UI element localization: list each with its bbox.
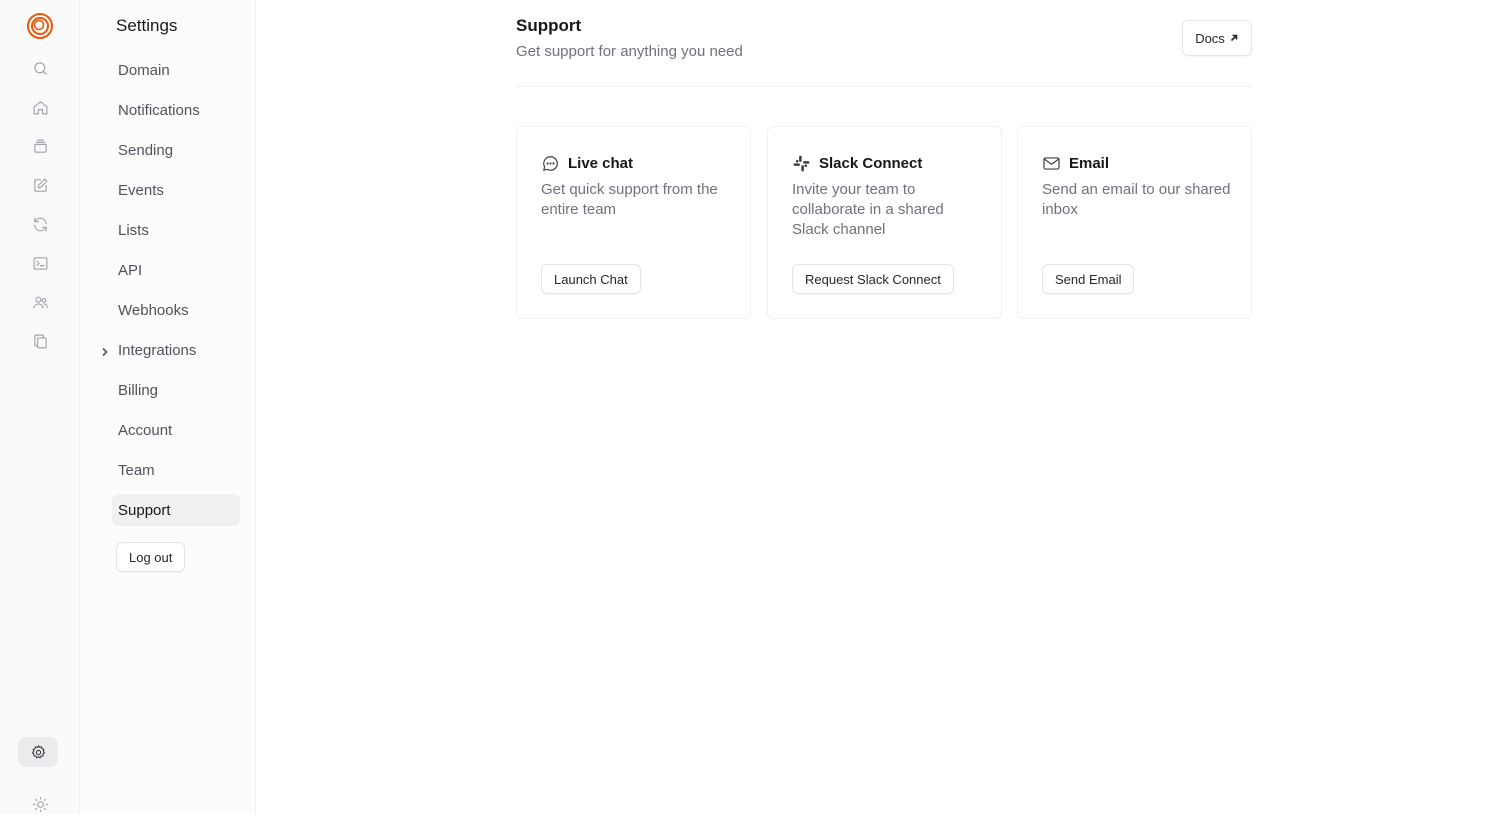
templates-button[interactable] bbox=[24, 325, 56, 357]
inbox-icon bbox=[33, 139, 47, 153]
sidebar-item-notifications[interactable]: Notifications bbox=[112, 94, 240, 126]
terminal-button[interactable] bbox=[24, 247, 56, 279]
sidebar-item-billing[interactable]: Billing bbox=[112, 374, 240, 406]
live-chat-card: Live chat Get quick support from the ent… bbox=[516, 126, 751, 319]
theme-toggle-button[interactable] bbox=[24, 788, 56, 820]
sidebar-item-lists[interactable]: Lists bbox=[112, 214, 240, 246]
launch-chat-button[interactable]: Launch Chat bbox=[541, 264, 641, 294]
card-title: Email bbox=[1069, 155, 1110, 172]
sidebar-item-account[interactable]: Account bbox=[112, 414, 240, 446]
card-description: Send an email to our shared inbox bbox=[1042, 181, 1231, 218]
logout-button[interactable]: Log out bbox=[116, 542, 186, 572]
slack-connect-card: Slack Connect Invite your team to collab… bbox=[767, 126, 1002, 319]
page-title: Support bbox=[516, 16, 582, 35]
users-button[interactable] bbox=[24, 286, 56, 318]
edit-icon bbox=[33, 178, 47, 192]
chevron-right-icon bbox=[100, 344, 110, 357]
email-card: Email Send an email to our shared inbox … bbox=[1017, 126, 1252, 319]
sidebar-item-sending[interactable]: Sending bbox=[112, 134, 240, 166]
send-email-button[interactable]: Send Email bbox=[1042, 264, 1135, 294]
search-icon bbox=[33, 61, 47, 75]
card-description: Get quick support from the entire team bbox=[541, 181, 718, 218]
card-title: Slack Connect bbox=[819, 155, 923, 172]
sidebar-item-domain[interactable]: Domain bbox=[112, 54, 240, 86]
logo-icon[interactable] bbox=[26, 12, 54, 40]
card-description: Invite your team to collaborate in a sha… bbox=[792, 181, 944, 238]
refresh-icon bbox=[33, 217, 47, 231]
arrow-up-right-icon bbox=[1230, 34, 1238, 42]
search-button[interactable] bbox=[24, 52, 56, 84]
compose-button[interactable] bbox=[24, 169, 56, 201]
settings-icon bbox=[31, 744, 45, 758]
sidebar-item-team[interactable]: Team bbox=[112, 454, 240, 486]
sidebar-item-integrations[interactable]: Integrations bbox=[102, 334, 240, 366]
refresh-button[interactable] bbox=[24, 208, 56, 240]
settings-title: Settings bbox=[116, 16, 178, 35]
sidebar-item-support[interactable]: Support bbox=[112, 494, 240, 526]
icon-rail bbox=[0, 0, 80, 814]
slack-icon bbox=[793, 155, 810, 172]
home-button[interactable] bbox=[24, 91, 56, 123]
card-title: Live chat bbox=[568, 155, 634, 172]
sidebar-item-api[interactable]: API bbox=[112, 254, 240, 286]
users-icon bbox=[32, 296, 48, 309]
sidebar-item-events[interactable]: Events bbox=[112, 174, 240, 206]
sun-icon bbox=[32, 796, 48, 812]
sidebar-item-label: Integrations bbox=[118, 341, 197, 359]
home-icon bbox=[33, 100, 47, 114]
inbox-button[interactable] bbox=[24, 130, 56, 162]
card-header: Email bbox=[1042, 154, 1109, 173]
page-subtitle: Get support for anything you need bbox=[516, 43, 743, 60]
header-divider bbox=[516, 86, 1252, 87]
copy-icon bbox=[33, 334, 47, 348]
mail-icon bbox=[1043, 157, 1060, 170]
request-slack-connect-button[interactable]: Request Slack Connect bbox=[792, 264, 954, 294]
card-header: Slack Connect bbox=[792, 154, 922, 173]
settings-button[interactable] bbox=[18, 737, 58, 767]
settings-sidebar: Settings Domain Notifications Sending Ev… bbox=[80, 0, 256, 814]
terminal-icon bbox=[33, 256, 47, 270]
chat-icon bbox=[543, 156, 558, 171]
docs-button-label: Docs bbox=[1195, 30, 1225, 46]
sidebar-item-webhooks[interactable]: Webhooks bbox=[112, 294, 240, 326]
card-header: Live chat bbox=[541, 154, 633, 173]
docs-button[interactable]: Docs bbox=[1182, 20, 1252, 56]
